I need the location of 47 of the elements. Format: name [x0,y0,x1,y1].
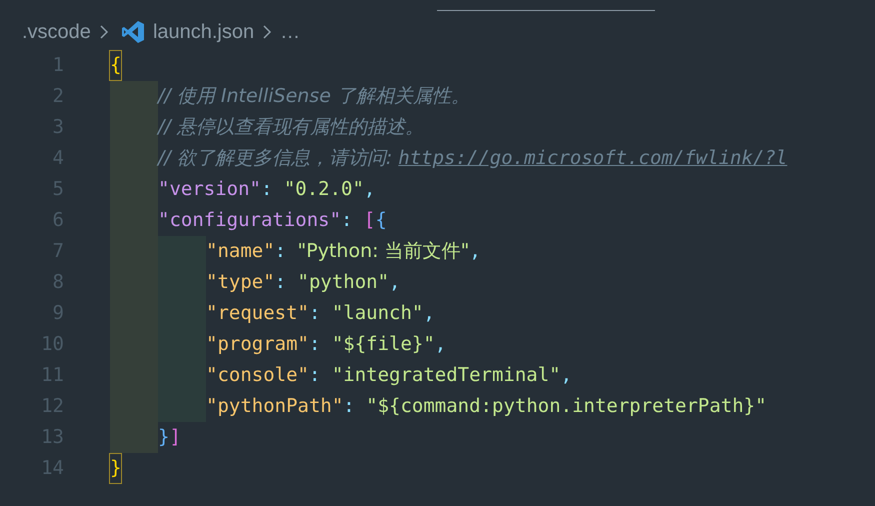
punctuation: , [389,270,400,296]
json-key: "name" [206,237,275,266]
link[interactable]: https://go.microsoft.com/fwlink/?l [398,144,788,173]
json-string: "${command:python.interpreterPath}" [366,394,767,420]
json-key: "version" [158,175,261,204]
indent-guide [110,422,158,453]
punctuation: : [308,363,322,388]
punctuation: , [423,301,435,326]
punctuation: , [364,177,376,202]
punctuation: : [343,394,356,420]
vscode-logo-icon [120,20,145,44]
breadcrumb-item[interactable]: .vscode [22,17,91,47]
code-comment: // 悬停以查看现有属性的描述。 [158,115,424,140]
chevron-right-icon [262,24,272,40]
punctuation: : [274,270,288,296]
json-string: "integratedTerminal" [332,363,561,388]
brace: } [158,425,170,450]
punctuation: : [341,208,354,234]
bracket: [ [364,208,376,234]
json-string: "python" [298,270,390,296]
breadcrumb-item[interactable]: launch.json [152,17,254,47]
punctuation: , [560,363,572,388]
code-comment: // 欲了解更多信息，请访问: [158,146,394,172]
indent-guide [110,81,158,112]
breadcrumb-more[interactable]: … [280,17,300,47]
punctuation: , [434,332,446,358]
json-key: "console" [206,361,309,390]
json-string: "launch" [332,301,424,326]
json-key: "pythonPath" [206,392,344,421]
punctuation: : [308,301,322,326]
punctuation: : [274,239,288,264]
bracket: ] [169,425,181,450]
json-key: "type" [206,268,275,297]
matched-brace: { [110,51,122,80]
code-comment: // 使用 IntelliSense 了解相关属性。 [158,84,470,110]
json-string: "Python: 当前文件" [298,239,470,264]
chevron-right-icon [98,24,109,40]
punctuation: : [308,332,322,358]
punctuation: : [260,177,274,202]
json-key: "request" [206,299,309,328]
json-string: "${file}" [332,332,435,358]
brace: { [375,208,387,234]
punctuation: , [469,239,481,264]
json-key: "configurations" [158,206,342,235]
json-key: "program" [206,330,309,359]
json-string: "0.2.0" [284,177,364,202]
matched-brace: } [110,454,122,483]
